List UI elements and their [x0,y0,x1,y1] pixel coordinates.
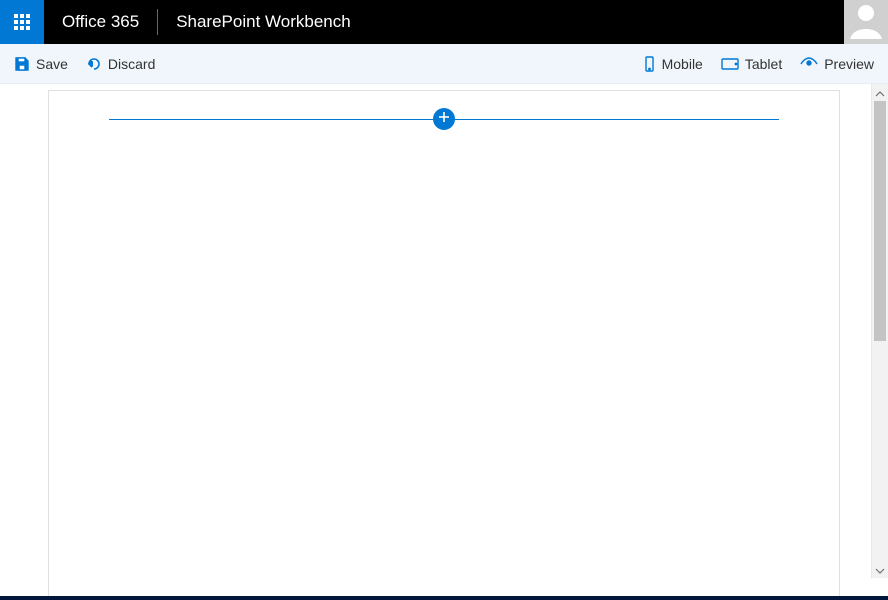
user-avatar[interactable] [844,0,888,44]
chevron-up-icon [875,84,885,102]
canvas-page [48,90,840,600]
page-title: SharePoint Workbench [158,12,369,32]
tablet-button[interactable]: Tablet [721,56,782,72]
mobile-button[interactable]: Mobile [642,56,703,72]
undo-icon [86,56,102,72]
bottom-border [0,596,888,600]
scrollbar-thumb[interactable] [874,101,886,341]
tablet-icon [721,56,739,72]
command-bar: Save Discard Mobile [0,44,888,84]
preview-label: Preview [824,56,874,72]
suite-nav-bar: Office 365 SharePoint Workbench [0,0,888,44]
app-launcher-button[interactable] [0,0,44,44]
scroll-down-button[interactable] [872,561,888,578]
save-label: Save [36,56,68,72]
save-button[interactable]: Save [14,56,68,72]
mobile-label: Mobile [662,56,703,72]
tablet-label: Tablet [745,56,782,72]
waffle-icon [14,14,30,30]
save-icon [14,56,30,72]
plus-icon [438,110,450,128]
mobile-icon [642,56,656,72]
chevron-down-icon [875,561,885,579]
person-icon [848,1,884,44]
discard-label: Discard [108,56,155,72]
preview-button[interactable]: Preview [800,56,874,72]
brand-label[interactable]: Office 365 [44,12,157,32]
add-section-line [109,119,779,120]
eye-icon [800,56,818,72]
vertical-scrollbar[interactable] [871,84,888,578]
discard-button[interactable]: Discard [86,56,155,72]
scroll-up-button[interactable] [872,84,888,101]
canvas-area [0,84,888,600]
add-webpart-button[interactable] [433,108,455,130]
